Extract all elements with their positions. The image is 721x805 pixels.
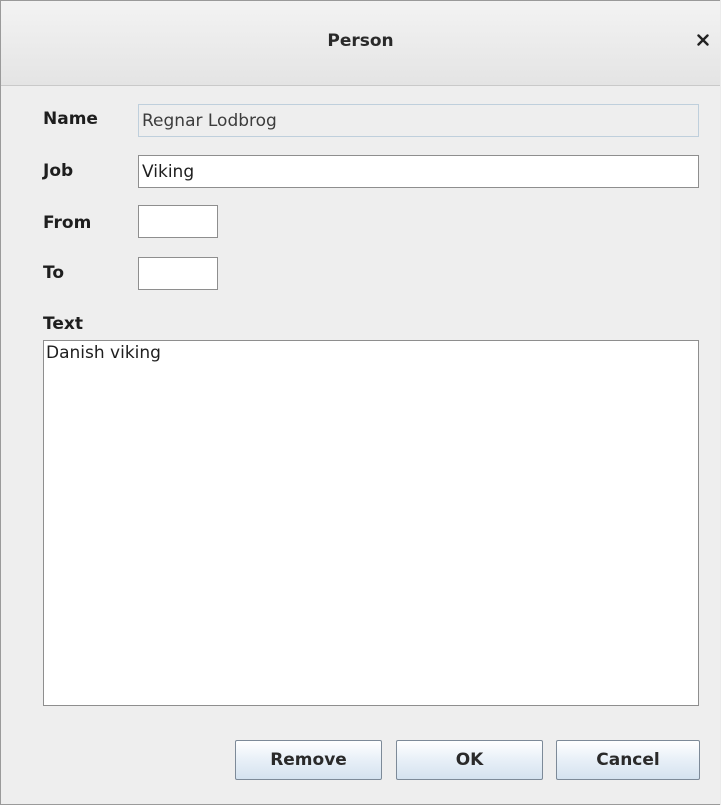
job-field[interactable] <box>138 155 699 188</box>
window-title: Person <box>327 31 394 51</box>
to-label: To <box>43 263 65 283</box>
title-bar[interactable]: Person <box>1 1 720 86</box>
job-label: Job <box>43 161 74 181</box>
person-dialog: Person Name Job From To Text Danish viki… <box>0 0 720 805</box>
ok-button[interactable]: OK <box>396 740 543 780</box>
from-field[interactable] <box>138 205 218 238</box>
cancel-button[interactable]: Cancel <box>556 740 700 780</box>
to-field[interactable] <box>138 257 218 290</box>
name-field[interactable] <box>138 104 699 137</box>
close-button[interactable] <box>692 29 714 51</box>
close-icon <box>697 34 709 46</box>
from-label: From <box>43 213 92 233</box>
text-label: Text <box>43 314 83 334</box>
name-label: Name <box>43 109 98 129</box>
text-area[interactable]: Danish viking <box>43 340 699 706</box>
remove-button[interactable]: Remove <box>235 740 382 780</box>
